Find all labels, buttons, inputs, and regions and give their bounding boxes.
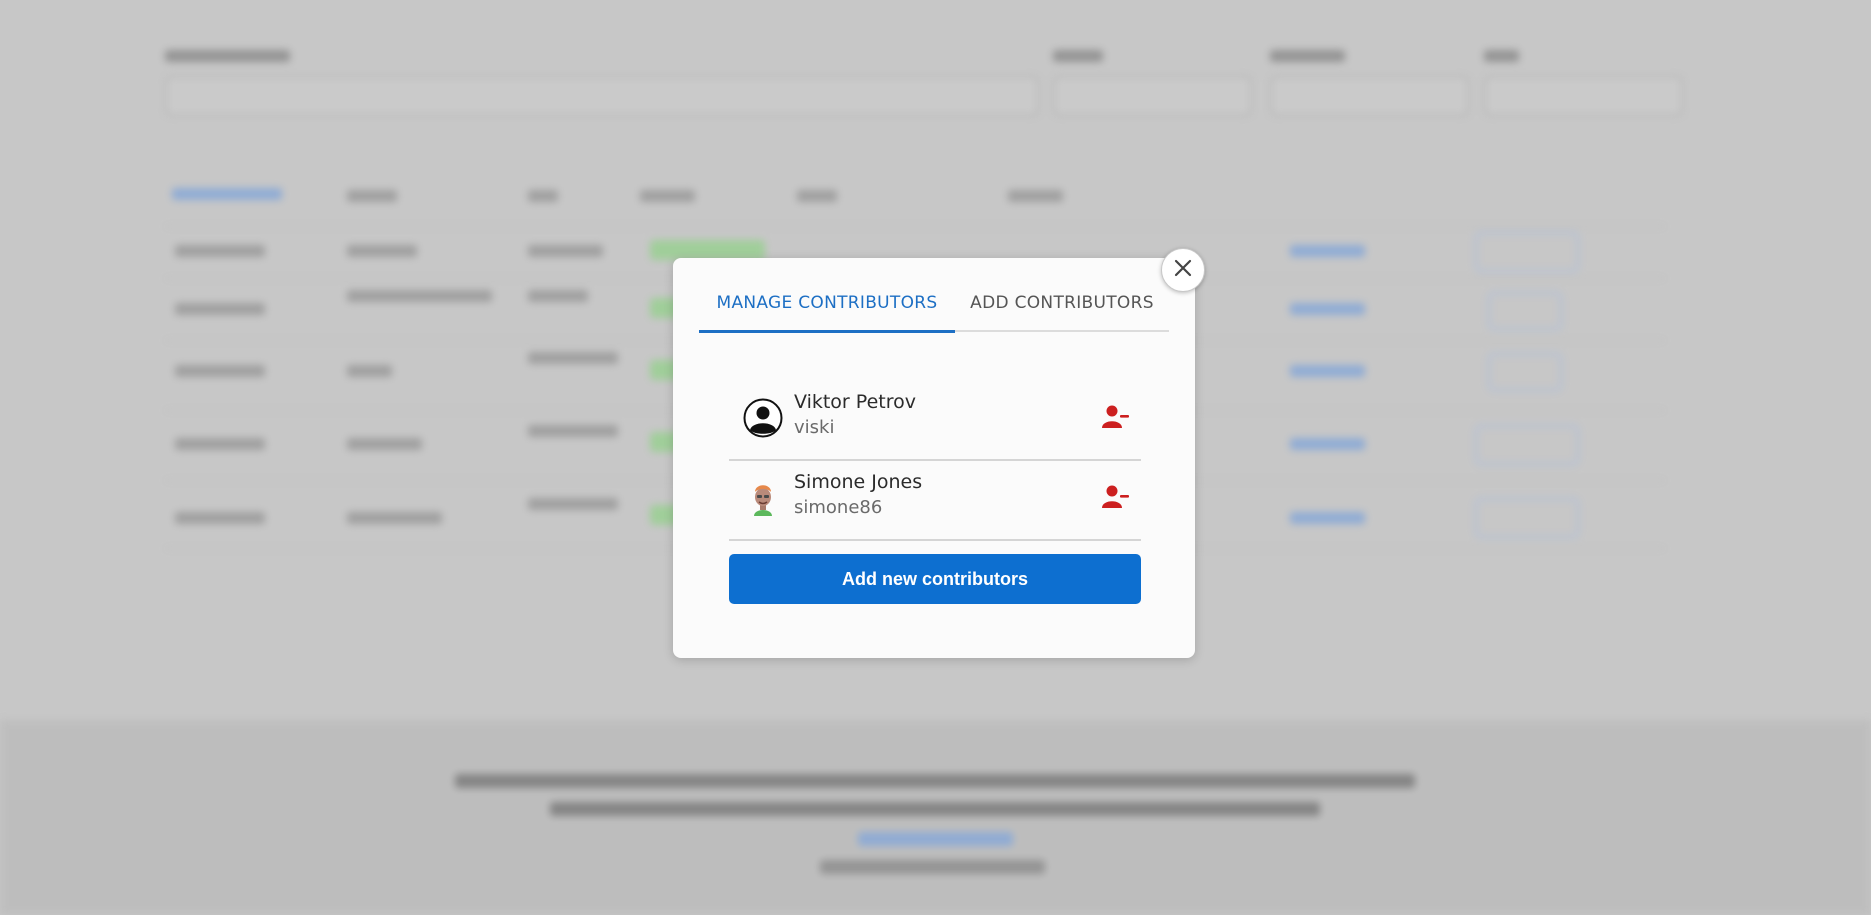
contributor-name: Viktor Petrov <box>794 391 916 413</box>
bg-footer <box>0 720 1871 915</box>
bg-header-cell <box>1008 190 1063 202</box>
bg-link <box>1290 438 1365 450</box>
contributor-name: Simone Jones <box>794 471 923 493</box>
bg-button <box>1488 353 1562 391</box>
bg-filter-field <box>1484 76 1683 116</box>
bg-link <box>1290 365 1365 377</box>
bg-header-cell <box>347 190 397 202</box>
bg-row-line <box>165 226 1665 227</box>
bg-filter-field <box>1053 76 1252 116</box>
contributor-row: Viktor Petrov viski <box>729 381 1141 461</box>
bg-link <box>1290 245 1365 257</box>
contributor-username: viski <box>794 417 835 438</box>
bg-filter-field <box>1270 76 1469 116</box>
bg-search-label <box>165 50 290 62</box>
bg-cell <box>347 438 422 450</box>
bg-cell <box>347 512 442 524</box>
bg-footer-text <box>550 802 1320 816</box>
bg-cell <box>175 512 265 524</box>
add-new-contributors-button[interactable]: Add new contributors <box>729 554 1141 604</box>
bg-header-cell <box>797 190 837 202</box>
bg-filter-label <box>1270 50 1345 62</box>
bg-cell <box>528 425 618 437</box>
bg-link <box>1290 303 1365 315</box>
remove-user-icon[interactable] <box>1101 483 1131 511</box>
bg-cell <box>347 245 417 257</box>
bg-cell <box>175 245 265 257</box>
default-user-avatar-icon <box>743 398 783 438</box>
contributor-username: simone86 <box>794 497 883 518</box>
cartoon-avatar-icon <box>743 478 783 518</box>
bg-cell <box>347 365 392 377</box>
contributor-list: Viktor Petrov viski Simone Jones simone8… <box>729 381 1141 541</box>
tab-manage-contributors[interactable]: MANAGE CONTRIBUTORS <box>699 288 955 333</box>
bg-button <box>1475 498 1579 538</box>
bg-header-cell <box>528 190 558 202</box>
bg-header-cell <box>640 190 695 202</box>
contributor-tabs: MANAGE CONTRIBUTORS ADD CONTRIBUTORS <box>699 288 1169 333</box>
bg-cell <box>175 438 265 450</box>
bg-cell <box>175 365 265 377</box>
bg-footer-text <box>455 774 1415 788</box>
bg-button <box>1475 425 1579 465</box>
bg-cell <box>528 498 618 510</box>
bg-button <box>1475 232 1579 272</box>
bg-cell <box>528 290 588 302</box>
bg-header-cell <box>172 188 282 200</box>
bg-status <box>650 240 765 260</box>
bg-link <box>1290 512 1365 524</box>
bg-button <box>1488 292 1562 330</box>
manage-contributors-dialog: MANAGE CONTRIBUTORS ADD CONTRIBUTORS Vik… <box>673 258 1195 658</box>
contributor-row: Simone Jones simone86 <box>729 461 1141 541</box>
remove-user-icon[interactable] <box>1101 403 1131 431</box>
bg-filter-label <box>1053 50 1103 62</box>
close-button[interactable] <box>1161 248 1205 292</box>
bg-cell <box>347 290 492 302</box>
bg-cell <box>175 303 265 315</box>
close-icon <box>1173 258 1193 282</box>
bg-cell <box>528 352 618 364</box>
bg-cell <box>528 245 603 257</box>
bg-footer-copyright <box>820 860 1045 874</box>
bg-footer-link <box>858 832 1013 846</box>
bg-search-field <box>165 76 1039 116</box>
tab-add-contributors[interactable]: ADD CONTRIBUTORS <box>955 288 1169 330</box>
bg-filter-label <box>1484 50 1519 62</box>
